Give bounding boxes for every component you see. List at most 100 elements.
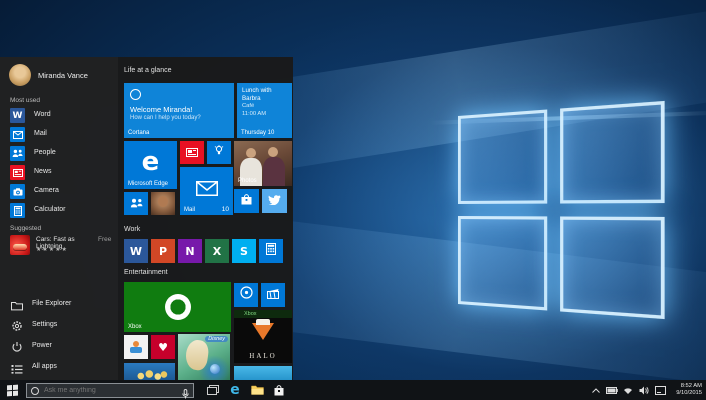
halo-xbox-badge: Xbox <box>234 310 292 318</box>
microphone-icon[interactable] <box>182 386 189 400</box>
windows-logo-pane <box>458 109 548 204</box>
most-used-label: Mail <box>34 130 47 137</box>
photos-tile-label: Photos <box>238 178 257 184</box>
settings-button[interactable]: Settings <box>0 317 118 334</box>
twitter-tile[interactable] <box>262 189 287 213</box>
disney-badge: Disney <box>205 336 228 342</box>
skype-tile[interactable]: S <box>232 239 256 263</box>
user-name[interactable]: Miranda Vance <box>38 71 88 80</box>
all-apps-button[interactable]: All apps <box>0 359 118 376</box>
taskbar-search[interactable] <box>26 382 194 400</box>
start-button[interactable] <box>0 380 24 400</box>
search-input[interactable] <box>27 386 193 394</box>
store-taskbar-button[interactable] <box>268 380 290 400</box>
folder-icon <box>11 298 23 311</box>
cars-game-icon <box>10 235 30 255</box>
edge-taskbar-button[interactable]: e <box>224 380 246 400</box>
mail-tile[interactable]: Mail 10 <box>180 167 233 215</box>
edge-tile[interactable]: e Microsoft Edge <box>124 141 177 189</box>
partial-tile[interactable] <box>234 366 292 380</box>
photo-person <box>268 147 278 157</box>
clock-time: 8:52 AM <box>680 383 702 390</box>
gear-icon <box>11 319 23 331</box>
twitter-bird-icon <box>268 192 281 210</box>
mail-tile-label: Mail <box>184 207 196 213</box>
photos-tile[interactable]: Photos <box>234 141 292 186</box>
cortana-tile[interactable]: Welcome Miranda! How can I help you toda… <box>124 83 234 138</box>
game-app-tile[interactable] <box>124 335 148 359</box>
most-used-item-word[interactable]: W Word <box>0 107 118 125</box>
mail-icon <box>10 127 25 142</box>
frozen-orb-icon <box>210 364 220 374</box>
group-header-glance: Life at a glance <box>124 67 172 74</box>
power-button[interactable]: Power <box>0 338 118 355</box>
cortana-subtitle: How can I help you today? <box>130 115 201 121</box>
groove-music-tile[interactable] <box>234 283 258 307</box>
file-explorer-taskbar-button[interactable] <box>246 380 268 400</box>
system-item-label: File Explorer <box>32 300 72 307</box>
cortana-icon <box>130 89 141 100</box>
power-icon <box>11 340 23 352</box>
xbox-tile[interactable]: ✕ Xbox <box>124 282 231 332</box>
movies-tv-tile[interactable] <box>261 283 285 307</box>
halo-helmet-icon <box>252 319 274 340</box>
task-view-button[interactable] <box>202 380 224 400</box>
most-used-item-news[interactable]: News <box>0 164 118 182</box>
onenote-icon: N <box>185 244 195 258</box>
volume-icon[interactable] <box>636 380 652 400</box>
group-header-entertainment: Entertainment <box>124 269 168 276</box>
cortana-icon <box>31 386 39 395</box>
powerpoint-tile[interactable]: P <box>151 239 175 263</box>
news-tile[interactable] <box>180 141 204 164</box>
contact-photo-tile[interactable] <box>151 192 175 215</box>
tips-tile[interactable] <box>207 141 231 164</box>
windows-logo-pane <box>560 100 665 204</box>
word-icon: W <box>129 244 143 258</box>
calculator-icon <box>10 203 25 218</box>
windows-hero-logo <box>458 100 665 320</box>
most-used-item-camera[interactable]: Camera <box>0 183 118 201</box>
iheartradio-tile[interactable]: ♥ <box>151 335 175 359</box>
store-tile[interactable] <box>234 189 259 213</box>
excel-tile[interactable]: X <box>205 239 229 263</box>
tray-chevron-up-icon[interactable] <box>588 380 604 400</box>
user-avatar[interactable] <box>9 64 31 86</box>
most-used-item-mail[interactable]: Mail <box>0 126 118 144</box>
movies-clapper-icon <box>267 286 279 304</box>
photo-person <box>246 148 256 158</box>
battery-icon[interactable] <box>604 380 620 400</box>
calendar-event-location: Café <box>242 103 255 109</box>
popcorn-icon <box>134 370 168 380</box>
onenote-tile[interactable]: N <box>178 239 202 263</box>
people-tile[interactable] <box>124 192 148 215</box>
suggested-header: Suggested <box>10 225 42 232</box>
start-menu: Miranda Vance Most used W Word Mail Peop… <box>0 57 293 380</box>
edge-icon: e <box>141 147 160 177</box>
halo-xbox-badge-label: Xbox <box>244 311 257 317</box>
heart-icon: ♥ <box>158 340 168 354</box>
game-character-icon <box>130 341 142 353</box>
taskbar-clock[interactable]: 8:52 AM 9/10/2015 <box>668 383 706 396</box>
news-icon <box>186 144 198 162</box>
frozen-game-tile[interactable]: Disney <box>178 334 230 380</box>
camera-icon <box>10 184 25 199</box>
most-used-item-people[interactable]: People <box>0 145 118 163</box>
word-icon: W <box>10 108 25 123</box>
word-tile[interactable]: W <box>124 239 148 263</box>
action-center-icon[interactable] <box>652 380 668 400</box>
suggested-app-item[interactable]: Cars: Fast as Lightning Free ★★★★★ <box>0 235 118 259</box>
most-used-item-calculator[interactable]: Calculator <box>0 202 118 220</box>
elsa-character <box>184 338 210 372</box>
file-explorer-button[interactable]: File Explorer <box>0 296 118 313</box>
calendar-tile-footer: Thursday 10 <box>241 130 275 136</box>
most-used-label: Word <box>34 111 51 118</box>
halo-tile[interactable]: Xbox HALO <box>234 310 292 363</box>
screen: Miranda Vance Most used W Word Mail Peop… <box>0 0 706 400</box>
calculator-tile[interactable] <box>259 239 283 263</box>
store-bag-icon <box>241 192 252 210</box>
network-icon[interactable] <box>620 380 636 400</box>
mail-icon <box>195 181 218 201</box>
calendar-tile[interactable]: Lunch with Barbra Café 11:00 AM Thursday… <box>237 83 292 138</box>
xbox-icon: ✕ <box>164 294 191 320</box>
popcorn-app-tile[interactable] <box>124 363 175 380</box>
